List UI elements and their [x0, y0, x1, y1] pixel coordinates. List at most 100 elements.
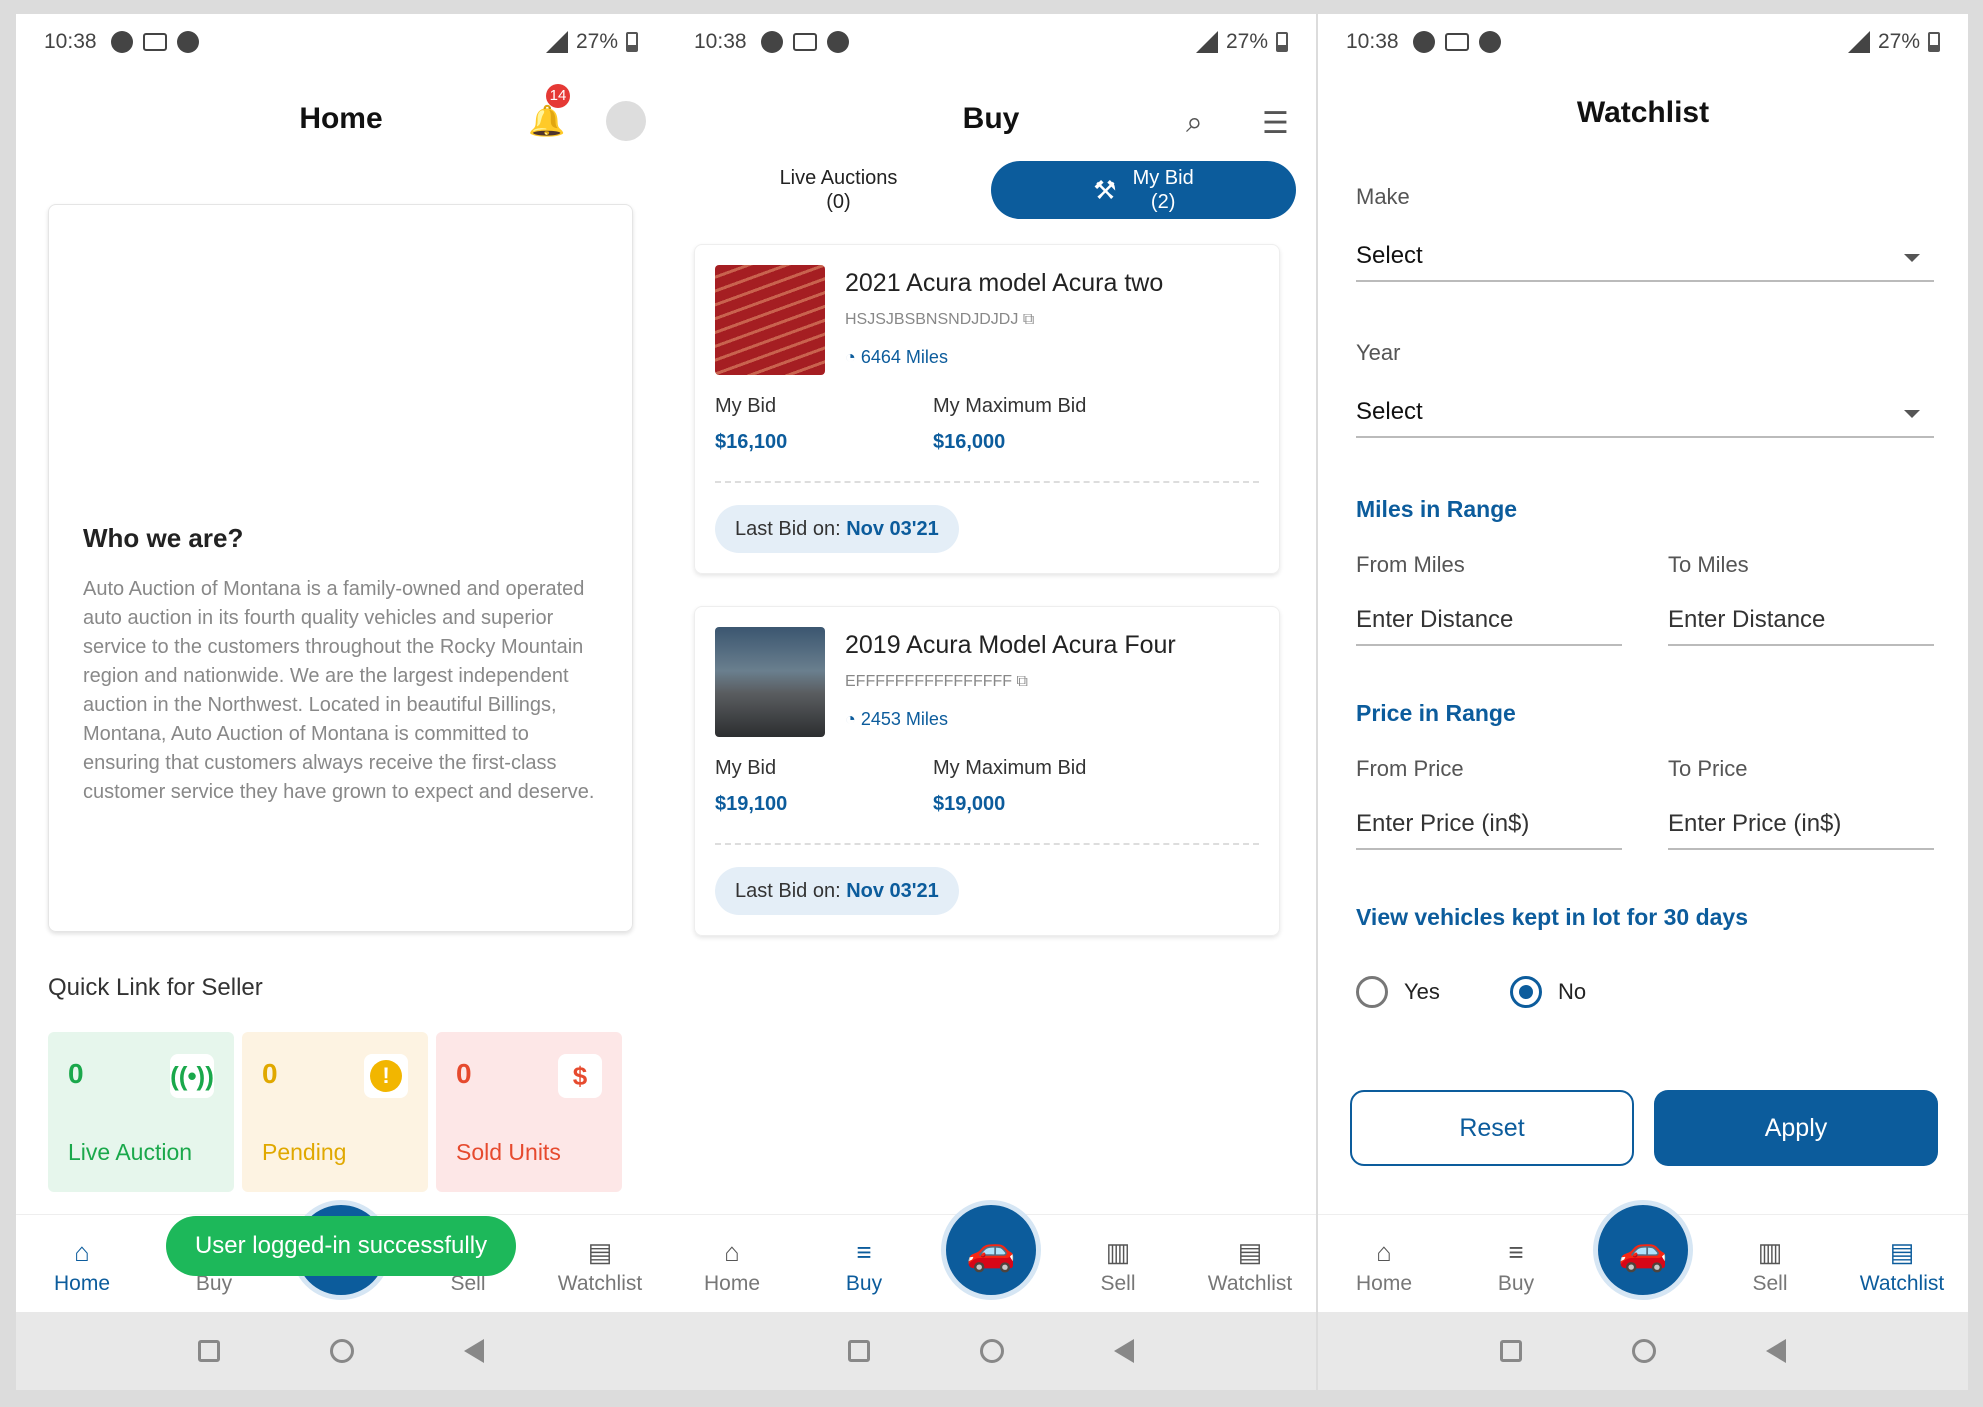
- status-time: 10:38: [44, 30, 97, 53]
- filter-icon[interactable]: ☰: [1262, 106, 1289, 141]
- home-screen: 10:38 27% Home 🔔 14 Who we are? Auto Auc…: [16, 14, 666, 1390]
- radio-no[interactable]: No: [1510, 976, 1586, 1008]
- max-bid-label: My Maximum Bid: [933, 395, 1087, 417]
- dropdown-icon: [1904, 254, 1920, 262]
- vehicle-image: [715, 627, 825, 737]
- clipboard-icon: ▤: [1889, 1237, 1915, 1267]
- page-title: Watchlist: [1576, 96, 1710, 129]
- nav-watchlist-label: Watchlist: [1859, 1272, 1945, 1295]
- battery-icon: [626, 32, 638, 52]
- radio-no-label: No: [1558, 979, 1587, 1004]
- home-circle-icon[interactable]: [330, 1339, 354, 1363]
- divider: [715, 843, 1259, 845]
- phone-icon: [176, 31, 199, 53]
- dropdown-icon: [1904, 410, 1920, 418]
- copy-icon[interactable]: ⧉: [1017, 673, 1028, 690]
- add-vehicle-button[interactable]: 🚗: [941, 1200, 1041, 1300]
- app-icon: [142, 33, 167, 51]
- tab-live-auctions[interactable]: Live Auctions (0): [686, 161, 991, 219]
- nav-home[interactable]: ⌂ Home: [1329, 1237, 1439, 1296]
- to-miles-label: To Miles: [1668, 552, 1749, 577]
- year-select[interactable]: Select: [1356, 388, 1934, 438]
- quick-link-live-auction[interactable]: 0 ((•)) Live Auction: [48, 1032, 234, 1192]
- vin-text: EFFFFFFFFFFFFFFFF: [845, 673, 1013, 690]
- quick-link-pending[interactable]: 0 ! Pending: [242, 1032, 428, 1192]
- speedometer-icon: ◔: [845, 347, 856, 367]
- sell-icon: ▥: [1757, 1237, 1783, 1267]
- recents-icon[interactable]: [198, 1340, 220, 1362]
- radio-yes[interactable]: Yes: [1356, 976, 1440, 1008]
- back-icon[interactable]: [1114, 1339, 1134, 1363]
- reset-button[interactable]: Reset: [1350, 1090, 1634, 1166]
- gavel-icon: ⚒: [1093, 175, 1117, 205]
- system-nav: [1318, 1312, 1968, 1390]
- nav-buy[interactable]: ≡ Buy: [809, 1237, 919, 1296]
- from-price-input[interactable]: Enter Price (in$): [1356, 804, 1622, 850]
- last-bid-date: Nov 03'21: [846, 880, 939, 902]
- nav-home[interactable]: ⌂ Home: [27, 1237, 137, 1296]
- home-circle-icon[interactable]: [1632, 1339, 1656, 1363]
- my-bid-value: $19,100: [715, 793, 788, 815]
- last-bid-label: Last Bid on:: [735, 518, 841, 540]
- back-icon[interactable]: [464, 1339, 484, 1363]
- make-select[interactable]: Select: [1356, 232, 1934, 282]
- nav-sell[interactable]: ▥ Sell: [1063, 1237, 1173, 1296]
- nav-home[interactable]: ⌂ Home: [677, 1237, 787, 1296]
- make-value: Select: [1356, 242, 1423, 269]
- nav-buy-label: Buy: [1497, 1272, 1535, 1295]
- clipboard-icon: ▤: [1237, 1237, 1263, 1267]
- home-icon: ⌂: [724, 1237, 740, 1267]
- tab-live-label: Live Auctions: [779, 167, 898, 189]
- buy-icon: ≡: [856, 1237, 872, 1267]
- vehicle-title: 2021 Acura model Acura two: [845, 269, 1164, 297]
- bottom-nav: ⌂ Home ≡ Buy 🚗 ▥ Sell ▤ Watchlist: [666, 1200, 1316, 1312]
- nav-watchlist[interactable]: ▤ Watchlist: [1195, 1237, 1305, 1296]
- phone-icon: [1478, 31, 1501, 53]
- signal-icon: [1847, 31, 1870, 53]
- nav-sell[interactable]: ▥ Sell: [1715, 1237, 1825, 1296]
- bid-card[interactable]: 2019 Acura Model Acura Four EFFFFFFFFFFF…: [694, 606, 1280, 936]
- buy-screen: 10:38 27% Buy ⌕ ☰ Live Auctions (0) ⚒ My…: [666, 14, 1316, 1390]
- nav-watchlist[interactable]: ▤ Watchlist: [545, 1237, 655, 1296]
- system-nav: [16, 1312, 666, 1390]
- copy-icon[interactable]: ⧉: [1023, 311, 1034, 328]
- nav-sell-label: Sell: [1100, 1272, 1136, 1295]
- home-circle-icon[interactable]: [980, 1339, 1004, 1363]
- vehicle-miles: ◔ 2453 Miles: [845, 709, 948, 730]
- tab-my-bid[interactable]: ⚒ My Bid (2): [991, 161, 1296, 219]
- from-miles-input[interactable]: Enter Distance: [1356, 600, 1622, 646]
- vehicle-vin: EFFFFFFFFFFFFFFFF ⧉: [845, 673, 1028, 691]
- radio-yes-label: Yes: [1404, 979, 1440, 1004]
- vin-text: HSJSJBSBNSNDJDJDJ: [845, 311, 1019, 328]
- search-icon[interactable]: ⌕: [1186, 106, 1203, 140]
- to-price-input[interactable]: Enter Price (in$): [1668, 804, 1934, 850]
- signal-icon: [545, 31, 568, 53]
- miles-text: 6464 Miles: [860, 347, 948, 367]
- quick-link-label: Sold Units: [456, 1139, 561, 1165]
- apply-button[interactable]: Apply: [1654, 1090, 1938, 1166]
- nav-buy[interactable]: ≡ Buy: [1461, 1237, 1571, 1296]
- bid-card[interactable]: 2021 Acura model Acura two HSJSJBSBNSNDJ…: [694, 244, 1280, 574]
- nav-home-label: Home: [1355, 1272, 1413, 1295]
- bell-icon[interactable]: 🔔: [528, 104, 565, 139]
- miles-section-title: Miles in Range: [1356, 496, 1518, 522]
- recents-icon[interactable]: [848, 1340, 870, 1362]
- status-bar: 10:38 27%: [1318, 14, 1968, 70]
- add-vehicle-button[interactable]: 🚗: [1593, 1200, 1693, 1300]
- buy-icon: ≡: [1508, 1237, 1524, 1267]
- avatar[interactable]: [606, 101, 646, 141]
- recents-icon[interactable]: [1500, 1340, 1522, 1362]
- nav-watchlist[interactable]: ▤ Watchlist: [1847, 1237, 1957, 1296]
- from-price-label: From Price: [1356, 756, 1464, 781]
- back-icon[interactable]: [1766, 1339, 1786, 1363]
- last-bid-label: Last Bid on:: [735, 880, 841, 902]
- status-bar: 10:38 27%: [16, 14, 666, 70]
- quick-link-sold-units[interactable]: 0 $ Sold Units: [436, 1032, 622, 1192]
- last-bid-chip: Last Bid on: Nov 03'21: [715, 867, 959, 915]
- quick-link-label: Live Auction: [68, 1139, 193, 1165]
- to-miles-input[interactable]: Enter Distance: [1668, 600, 1934, 646]
- nav-watchlist-label: Watchlist: [1207, 1272, 1293, 1295]
- app-icon: [792, 33, 817, 51]
- nav-sell-label: Sell: [1752, 1272, 1788, 1295]
- about-title: Who we are?: [83, 523, 244, 553]
